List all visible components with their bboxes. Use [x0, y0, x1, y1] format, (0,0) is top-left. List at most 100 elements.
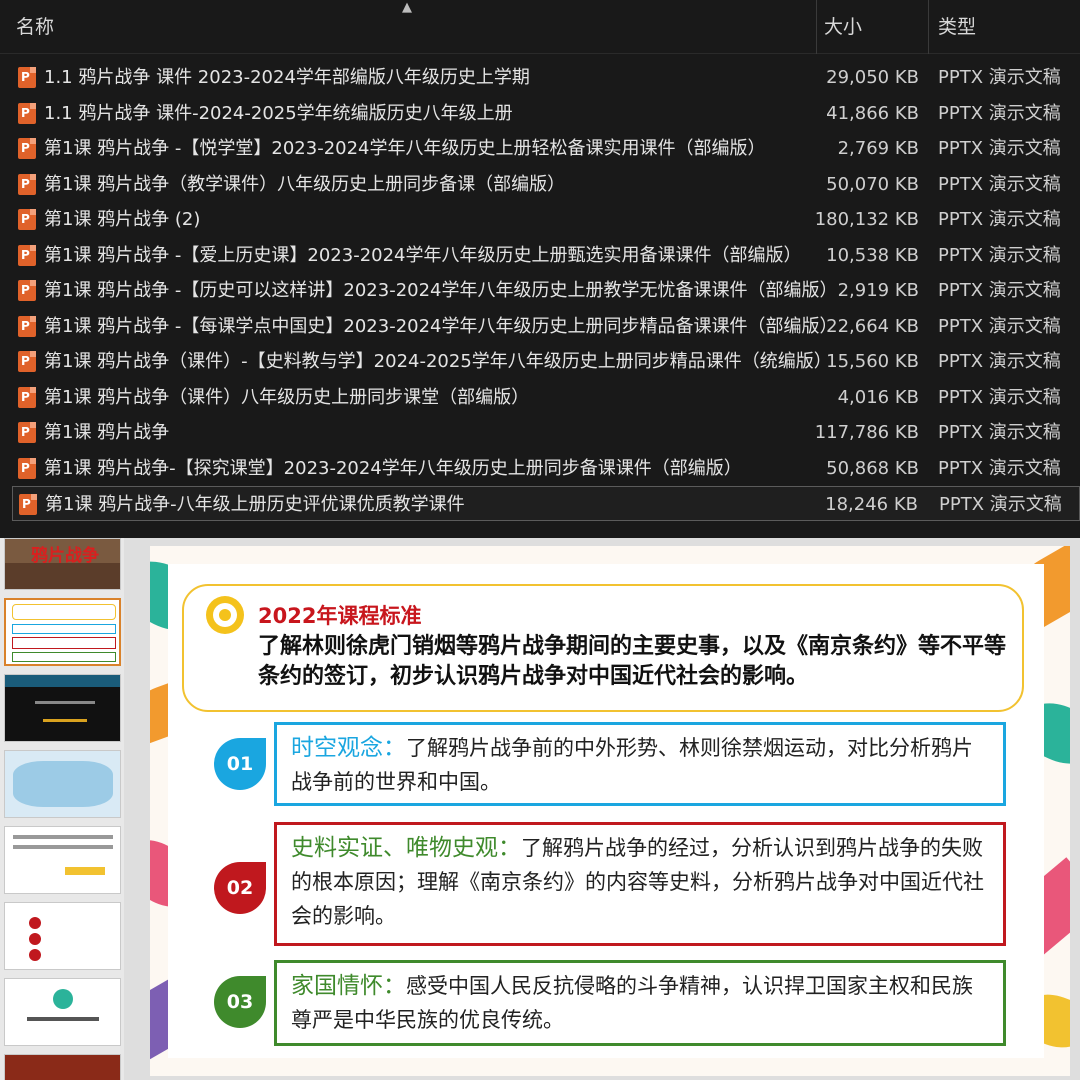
- pptx-file-icon: P: [18, 457, 36, 479]
- file-type: PPTX 演示文稿: [938, 386, 1061, 408]
- slide-thumbnail[interactable]: [4, 1054, 121, 1080]
- file-size: 22,664 KB: [826, 315, 919, 337]
- file-type: PPTX 演示文稿: [938, 457, 1061, 479]
- file-row[interactable]: P 第1课 鸦片战争（教学课件）八年级历史上册同步备课（部编版） 50,070 KB…: [12, 167, 1080, 202]
- file-size: 2,769 KB: [837, 138, 919, 159]
- slide-thumbnail-panel: 鸦片战争: [0, 538, 124, 1080]
- file-type: PPTX 演示文稿: [938, 280, 1061, 301]
- item-heading: 时空观念：: [291, 735, 406, 761]
- file-icon-letter: P: [21, 283, 30, 297]
- literacy-item: 时空观念：了解鸦片战争前的中外形势、林则徐禁烟运动，对比分析鸦片战争前的世界和中…: [274, 722, 1006, 806]
- column-divider[interactable]: [816, 0, 817, 54]
- file-row[interactable]: P 第1课 鸦片战争-【探究课堂】2023-2024学年八年级历史上册同步备课课件…: [12, 451, 1080, 486]
- slide-thumbnail[interactable]: [4, 978, 121, 1046]
- slide-canvas[interactable]: 2022年课程标准 了解林则徐虎门销烟等鸦片战争期间的主要史事，以及《南京条约》…: [150, 546, 1070, 1076]
- file-size: 10,538 KB: [826, 244, 919, 266]
- file-name: 第1课 鸦片战争 (2): [44, 209, 201, 230]
- file-icon-letter: P: [21, 318, 30, 333]
- column-header-bar: ▲ 名称 大小 类型: [0, 0, 1080, 54]
- file-icon-letter: P: [21, 247, 30, 262]
- slide-thumbnail[interactable]: [4, 750, 121, 818]
- file-explorer: ▲ 名称 大小 类型 P 1.1 鸦片战争 课件 2023-2024学年部编版八年…: [0, 0, 1080, 530]
- slide-thumbnail[interactable]: 鸦片战争: [4, 538, 121, 590]
- column-type-header[interactable]: 类型: [938, 12, 976, 42]
- file-name: 第1课 鸦片战争 -【悦学堂】2023-2024学年八年级历史上册轻松备课实用课…: [44, 138, 766, 159]
- file-type: PPTX 演示文稿: [938, 67, 1061, 88]
- item-number-badge: 02: [214, 862, 266, 914]
- file-row[interactable]: P 第1课 鸦片战争 -【历史可以这样讲】2023-2024学年八年级历史上册教学…: [12, 273, 1080, 308]
- column-name-header[interactable]: 名称: [16, 12, 54, 42]
- slide-thumbnail-active[interactable]: [4, 598, 121, 666]
- pptx-file-icon: P: [18, 315, 36, 337]
- file-size: 2,919 KB: [837, 280, 919, 301]
- pptx-file-icon: P: [19, 494, 37, 515]
- file-name: 第1课 鸦片战争: [44, 422, 170, 443]
- target-icon: [206, 596, 244, 634]
- file-row[interactable]: P 第1课 鸦片战争 -【悦学堂】2023-2024学年八年级历史上册轻松备课实用…: [12, 131, 1080, 166]
- file-name: 第1课 鸦片战争 -【历史可以这样讲】2023-2024学年八年级历史上册教学无…: [44, 280, 838, 301]
- file-size: 50,868 KB: [826, 457, 919, 479]
- file-row[interactable]: P 1.1 鸦片战争 课件-2024-2025学年统编版历史八年级上册 41,866…: [12, 96, 1080, 131]
- file-icon-letter: P: [21, 425, 30, 439]
- file-row[interactable]: P 第1课 鸦片战争 (2) 180,132 KB PPTX 演示文稿: [12, 202, 1080, 237]
- file-name: 第1课 鸦片战争-八年级上册历史评优课优质教学课件: [45, 494, 465, 515]
- file-icon-letter: P: [21, 141, 30, 155]
- file-row[interactable]: P 第1课 鸦片战争 -【爱上历史课】2023-2024学年八年级历史上册甄选实用…: [12, 238, 1080, 273]
- file-type: PPTX 演示文稿: [938, 422, 1061, 443]
- column-size-header[interactable]: 大小: [824, 12, 862, 42]
- file-name: 第1课 鸦片战争（教学课件）八年级历史上册同步备课（部编版）: [44, 173, 566, 195]
- file-size: 50,070 KB: [826, 173, 919, 195]
- sort-ascending-icon[interactable]: ▲: [402, 0, 412, 15]
- file-size: 180,132 KB: [814, 209, 919, 230]
- pptx-file-icon: P: [18, 244, 36, 266]
- item-number-badge: 01: [214, 738, 266, 790]
- file-size: 18,246 KB: [825, 494, 918, 515]
- file-icon-letter: P: [21, 176, 30, 191]
- file-type: PPTX 演示文稿: [938, 315, 1061, 337]
- literacy-item: 家国情怀：感受中国人民反抗侵略的斗争精神，认识捍卫国家主权和民族尊严是中华民族的…: [274, 960, 1006, 1046]
- file-icon-letter: P: [21, 354, 30, 368]
- standard-title: 2022年课程标准: [258, 604, 422, 628]
- file-size: 4,016 KB: [837, 386, 919, 408]
- file-icon-letter: P: [21, 212, 30, 226]
- file-type: PPTX 演示文稿: [938, 138, 1061, 159]
- item-number-badge: 03: [214, 976, 266, 1028]
- slide-thumbnail[interactable]: [4, 674, 121, 742]
- file-name: 1.1 鸦片战争 课件 2023-2024学年部编版八年级历史上学期: [44, 67, 530, 88]
- slide-thumbnail[interactable]: [4, 826, 121, 894]
- file-name: 第1课 鸦片战争（课件）-【史料教与学】2024-2025学年八年级历史上册同步…: [44, 351, 832, 372]
- file-name: 1.1 鸦片战争 课件-2024-2025学年统编版历史八年级上册: [44, 102, 513, 124]
- file-row[interactable]: P 第1课 鸦片战争（课件）-【史料教与学】2024-2025学年八年级历史上册同…: [12, 344, 1080, 379]
- file-type: PPTX 演示文稿: [939, 494, 1062, 515]
- pptx-file-icon: P: [18, 351, 36, 372]
- file-name: 第1课 鸦片战争 -【每课学点中国史】2023-2024学年八年级历史上册同步精…: [44, 315, 838, 337]
- item-heading: 家国情怀：: [291, 973, 406, 999]
- column-divider[interactable]: [928, 0, 929, 54]
- pptx-file-icon: P: [18, 422, 36, 443]
- slide-thumbnail[interactable]: [4, 902, 121, 970]
- file-icon-letter: P: [21, 389, 30, 404]
- file-name: 第1课 鸦片战争 -【爱上历史课】2023-2024学年八年级历史上册甄选实用备…: [44, 244, 802, 266]
- pptx-file-icon: P: [18, 173, 36, 195]
- file-icon-letter: P: [21, 105, 30, 120]
- file-icon-letter: P: [21, 460, 30, 475]
- pptx-file-icon: P: [18, 67, 36, 88]
- file-row[interactable]: P 第1课 鸦片战争 117,786 KB PPTX 演示文稿: [12, 415, 1080, 450]
- file-size: 15,560 KB: [826, 351, 919, 372]
- standard-text: 了解林则徐虎门销烟等鸦片战争期间的主要史事，以及《南京条约》等不平等条约的签订，…: [258, 634, 1007, 689]
- pptx-file-icon: P: [18, 102, 36, 124]
- pptx-file-icon: P: [18, 386, 36, 408]
- file-row[interactable]: P 1.1 鸦片战争 课件 2023-2024学年部编版八年级历史上学期 29,05…: [12, 60, 1080, 95]
- file-name: 第1课 鸦片战争（课件）八年级历史上册同步课堂（部编版）: [44, 386, 530, 408]
- file-name: 第1课 鸦片战争-【探究课堂】2023-2024学年八年级历史上册同步备课课件（…: [44, 457, 742, 479]
- file-row[interactable]: P 第1课 鸦片战争-八年级上册历史评优课优质教学课件 18,246 KB PPTX …: [12, 486, 1080, 521]
- file-size: 29,050 KB: [826, 67, 919, 88]
- course-standard-box: 2022年课程标准 了解林则徐虎门销烟等鸦片战争期间的主要史事，以及《南京条约》…: [182, 584, 1024, 712]
- file-icon-letter: P: [21, 70, 30, 84]
- file-row[interactable]: P 第1课 鸦片战争 -【每课学点中国史】2023-2024学年八年级历史上册同步…: [12, 309, 1080, 344]
- file-row[interactable]: P 第1课 鸦片战争（课件）八年级历史上册同步课堂（部编版） 4,016 KB PPT…: [12, 380, 1080, 415]
- literacy-item: 史料实证、唯物史观：了解鸦片战争的经过，分析认识到鸦片战争的失败的根本原因；理解…: [274, 822, 1006, 946]
- file-size: 117,786 KB: [814, 422, 919, 443]
- presentation-editor: 鸦片战争 2022年课程标准 了解林则徐虎门销烟等鸦片战争期间的主要史事，以及《…: [0, 538, 1080, 1080]
- item-heading: 史料实证、唯物史观：: [291, 835, 521, 861]
